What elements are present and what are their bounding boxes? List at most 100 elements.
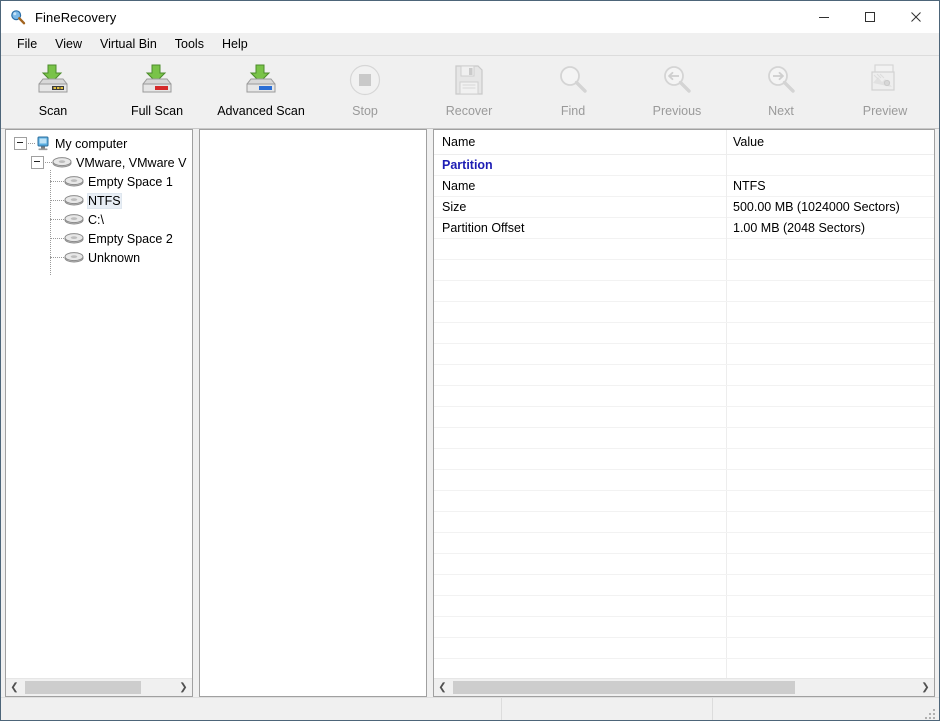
status-cell-2 xyxy=(502,698,713,720)
row-name: Name xyxy=(442,179,476,193)
toolbar-label-scan: Scan xyxy=(38,104,68,118)
table-row-empty xyxy=(434,512,934,533)
row-name: Size xyxy=(442,200,467,214)
column-header-name[interactable]: Name xyxy=(434,135,726,149)
drive-download-blue-icon xyxy=(241,61,281,99)
table-row[interactable]: Name NTFS xyxy=(434,176,934,197)
tree-node-label: VMware, VMware V xyxy=(76,155,187,170)
table-row-empty xyxy=(434,281,934,302)
maximize-icon xyxy=(865,12,875,22)
menu-item-file[interactable]: File xyxy=(8,35,46,54)
table-row-empty xyxy=(434,554,934,575)
tree-node-c-drive[interactable]: C:\ xyxy=(6,210,192,229)
row-value: 500.00 MB (1024000 Sectors) xyxy=(733,200,900,214)
properties-horizontal-scrollbar[interactable]: ❮ ❯ xyxy=(434,678,934,696)
menu-item-help[interactable]: Help xyxy=(213,35,257,54)
table-row-empty xyxy=(434,239,934,260)
toolbar: Scan Full Scan Advanced Scan Stop Recove… xyxy=(1,55,939,129)
menu-bar: File View Virtual Bin Tools Help xyxy=(1,33,939,55)
toolbar-button-find[interactable]: Find xyxy=(521,59,625,125)
table-row-empty xyxy=(434,428,934,449)
disk-icon xyxy=(64,194,84,208)
window-title: FineRecovery xyxy=(35,9,117,25)
toolbar-button-preview[interactable]: Preview xyxy=(833,59,937,125)
magnifier-icon xyxy=(553,61,593,99)
disk-icon xyxy=(64,232,84,246)
column-header-value[interactable]: Value xyxy=(726,135,934,149)
toolbar-button-scan[interactable]: Scan xyxy=(1,59,105,125)
properties-table[interactable]: Name Value Partition Name NTFS Size 500.… xyxy=(434,130,934,678)
toolbar-button-full-scan[interactable]: Full Scan xyxy=(105,59,209,125)
disk-icon xyxy=(52,156,72,170)
table-row-empty xyxy=(434,533,934,554)
menu-item-tools[interactable]: Tools xyxy=(166,35,213,54)
menu-item-view[interactable]: View xyxy=(46,35,91,54)
expander-collapse-icon[interactable] xyxy=(31,156,44,169)
drive-download-icon xyxy=(33,61,73,99)
resize-grip-icon[interactable] xyxy=(925,707,937,719)
toolbar-label-full-scan: Full Scan xyxy=(130,104,184,118)
menu-item-virtual-bin[interactable]: Virtual Bin xyxy=(91,35,166,54)
properties-table-header: Name Value xyxy=(434,130,934,155)
chevron-left-icon[interactable]: ❮ xyxy=(434,679,451,696)
magnifier-right-arrow-icon xyxy=(761,61,801,99)
stop-circle-icon xyxy=(345,61,385,99)
toolbar-label-preview: Preview xyxy=(862,104,908,118)
tree-node-label: NTFS xyxy=(87,192,122,209)
file-list-pane xyxy=(199,129,427,697)
table-row-empty xyxy=(434,344,934,365)
table-row-empty xyxy=(434,491,934,512)
row-value: NTFS xyxy=(733,179,766,193)
chevron-right-icon[interactable]: ❯ xyxy=(917,679,934,696)
status-cell-3 xyxy=(713,698,939,720)
table-row-empty xyxy=(434,449,934,470)
tree-node-empty-space-1[interactable]: Empty Space 1 xyxy=(6,172,192,191)
magnifier-icon xyxy=(10,9,26,25)
close-button[interactable] xyxy=(893,1,939,33)
toolbar-label-recover: Recover xyxy=(445,104,493,118)
minimize-button[interactable] xyxy=(801,1,847,33)
title-bar: FineRecovery xyxy=(1,1,939,33)
table-row-empty xyxy=(434,470,934,491)
scrollbar-thumb[interactable] xyxy=(453,681,795,694)
device-tree[interactable]: My computer VMware, VMware V Empty Space… xyxy=(6,130,192,678)
tree-node-unknown[interactable]: Unknown xyxy=(6,248,192,267)
tree-node-ntfs[interactable]: NTFS xyxy=(6,191,192,210)
table-row[interactable]: Partition xyxy=(434,155,934,176)
row-name: Partition Offset xyxy=(442,221,525,235)
chevron-left-icon[interactable]: ❮ xyxy=(6,679,23,696)
chevron-right-icon[interactable]: ❯ xyxy=(175,679,192,696)
expander-collapse-icon[interactable] xyxy=(14,137,27,150)
window-controls xyxy=(801,1,939,33)
table-row[interactable]: Partition Offset 1.00 MB (2048 Sectors) xyxy=(434,218,934,239)
disk-icon xyxy=(64,213,84,227)
tree-node-vmware-disk[interactable]: VMware, VMware V xyxy=(6,153,192,172)
table-row-empty xyxy=(434,323,934,344)
toolbar-label-find: Find xyxy=(560,104,586,118)
scrollbar-track[interactable] xyxy=(23,679,175,696)
toolbar-button-recover[interactable]: Recover xyxy=(417,59,521,125)
device-tree-pane: My computer VMware, VMware V Empty Space… xyxy=(5,129,193,697)
scrollbar-track[interactable] xyxy=(451,679,917,696)
properties-pane: Name Value Partition Name NTFS Size 500.… xyxy=(433,129,935,697)
toolbar-label-stop: Stop xyxy=(352,104,378,118)
table-row[interactable]: Size 500.00 MB (1024000 Sectors) xyxy=(434,197,934,218)
magnifier-left-arrow-icon xyxy=(657,61,697,99)
main-content-area: My computer VMware, VMware V Empty Space… xyxy=(1,129,939,697)
maximize-button[interactable] xyxy=(847,1,893,33)
table-row-empty xyxy=(434,260,934,281)
toolbar-button-next[interactable]: Next xyxy=(729,59,833,125)
toolbar-label-advanced-scan: Advanced Scan xyxy=(217,104,305,118)
table-row-empty xyxy=(434,365,934,386)
toolbar-button-stop[interactable]: Stop xyxy=(313,59,417,125)
toolbar-button-advanced-scan[interactable]: Advanced Scan xyxy=(209,59,313,125)
tree-horizontal-scrollbar[interactable]: ❮ ❯ xyxy=(6,678,192,696)
tree-node-my-computer[interactable]: My computer xyxy=(6,134,192,153)
table-row-empty xyxy=(434,302,934,323)
tree-node-label: My computer xyxy=(55,136,128,151)
toolbar-button-previous[interactable]: Previous xyxy=(625,59,729,125)
tree-node-empty-space-2[interactable]: Empty Space 2 xyxy=(6,229,192,248)
table-row-empty xyxy=(434,659,934,678)
file-list[interactable] xyxy=(200,130,426,696)
scrollbar-thumb[interactable] xyxy=(25,681,141,694)
